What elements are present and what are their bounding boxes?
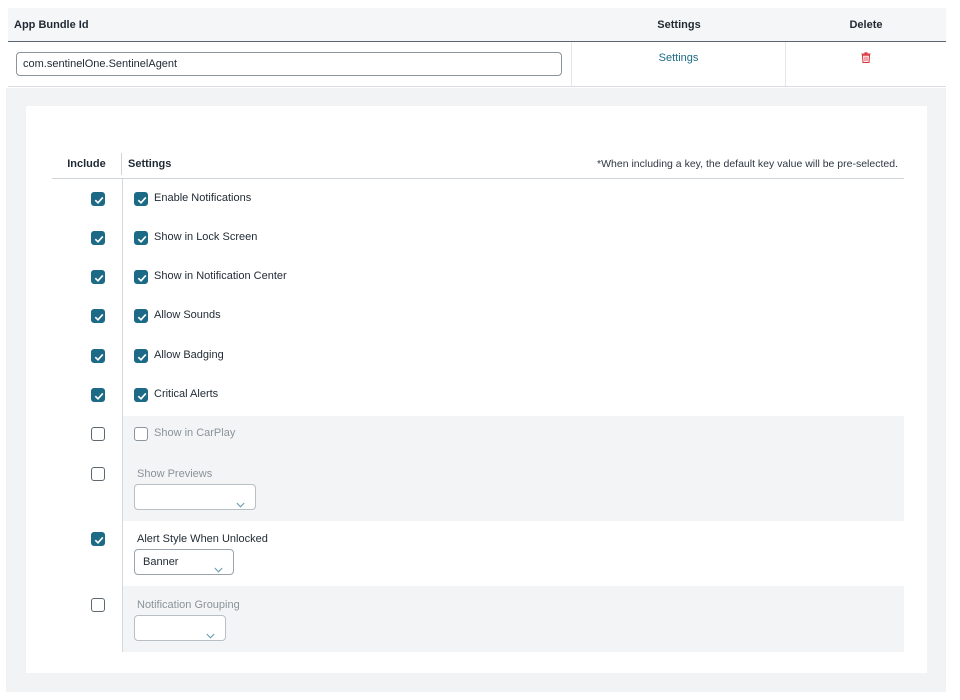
setting-row-show-in-notification-center: Show in Notification Center	[52, 258, 904, 297]
default-key-note: *When including a key, the default key v…	[597, 157, 898, 170]
setting-row-allow-sounds: Allow Sounds	[52, 297, 904, 337]
setting-label: Allow Sounds	[154, 309, 221, 321]
setting-label: Enable Notifications	[154, 192, 252, 204]
setting-row-show-previews: Show Previews	[52, 454, 904, 521]
include-checkbox[interactable]	[91, 388, 105, 402]
header-settings: Settings	[657, 18, 701, 31]
chevron-down-icon	[214, 558, 223, 582]
setting-row-critical-alerts: Critical Alerts	[52, 376, 904, 416]
trash-icon[interactable]	[861, 52, 871, 66]
setting-row-alert-style: Alert Style When Unlocked Banner	[52, 521, 904, 586]
settings-cell: Settings	[572, 42, 786, 86]
include-checkbox[interactable]	[91, 231, 105, 245]
settings-panel: Include Settings *When including a key, …	[26, 106, 927, 673]
alert-style-value: Banner	[143, 556, 179, 568]
setting-label: Show in Lock Screen	[154, 231, 258, 243]
setting-checkbox[interactable]	[134, 309, 148, 323]
setting-label: Show Previews	[137, 468, 213, 480]
include-checkbox[interactable]	[91, 349, 105, 363]
include-checkbox[interactable]	[91, 427, 105, 441]
notification-grouping-select	[134, 615, 226, 641]
include-checkbox[interactable]	[91, 270, 105, 284]
setting-label: Alert Style When Unlocked	[137, 533, 268, 545]
include-checkbox[interactable]	[91, 309, 105, 323]
chevron-down-icon	[236, 493, 245, 517]
header-include: Include	[52, 152, 122, 175]
setting-row-show-in-lock-screen: Show in Lock Screen	[52, 219, 904, 258]
settings-link[interactable]: Settings	[659, 52, 699, 64]
alert-style-select[interactable]: Banner	[134, 549, 234, 575]
setting-row-allow-badging: Allow Badging	[52, 337, 904, 376]
include-checkbox[interactable]	[91, 192, 105, 206]
setting-label: Show in CarPlay	[154, 427, 236, 439]
setting-label: Allow Badging	[154, 349, 224, 361]
setting-checkbox[interactable]	[134, 192, 148, 206]
include-checkbox[interactable]	[91, 532, 105, 546]
header-settings-col: Settings	[128, 157, 172, 170]
settings-table-header: Include Settings *When including a key, …	[52, 149, 904, 179]
include-checkbox[interactable]	[91, 467, 105, 481]
delete-cell	[786, 42, 946, 86]
setting-row-show-in-carplay: Show in CarPlay	[52, 416, 904, 454]
setting-label: Critical Alerts	[154, 388, 219, 400]
setting-row-enable-notifications: Enable Notifications	[52, 179, 904, 219]
settings-panel-wrapper: Include Settings *When including a key, …	[6, 88, 946, 692]
show-previews-select	[134, 484, 256, 510]
bundle-table: App Bundle Id Settings Delete Settings	[8, 8, 946, 87]
setting-row-notification-grouping: Notification Grouping	[52, 586, 904, 652]
setting-checkbox[interactable]	[134, 270, 148, 284]
header-bundle-id: App Bundle Id	[14, 18, 89, 31]
setting-checkbox[interactable]	[134, 388, 148, 402]
chevron-down-icon	[206, 624, 215, 648]
setting-checkbox[interactable]	[134, 231, 148, 245]
setting-checkbox[interactable]	[134, 349, 148, 363]
header-delete: Delete	[849, 18, 883, 31]
setting-label: Show in Notification Center	[154, 270, 287, 282]
bundle-id-input[interactable]	[16, 52, 562, 76]
bundle-id-cell	[8, 42, 572, 86]
setting-label: Notification Grouping	[137, 599, 240, 611]
table-row: Settings	[8, 42, 946, 87]
bundle-table-header: App Bundle Id Settings Delete	[8, 8, 946, 42]
setting-checkbox	[134, 427, 148, 441]
include-checkbox[interactable]	[91, 598, 105, 612]
